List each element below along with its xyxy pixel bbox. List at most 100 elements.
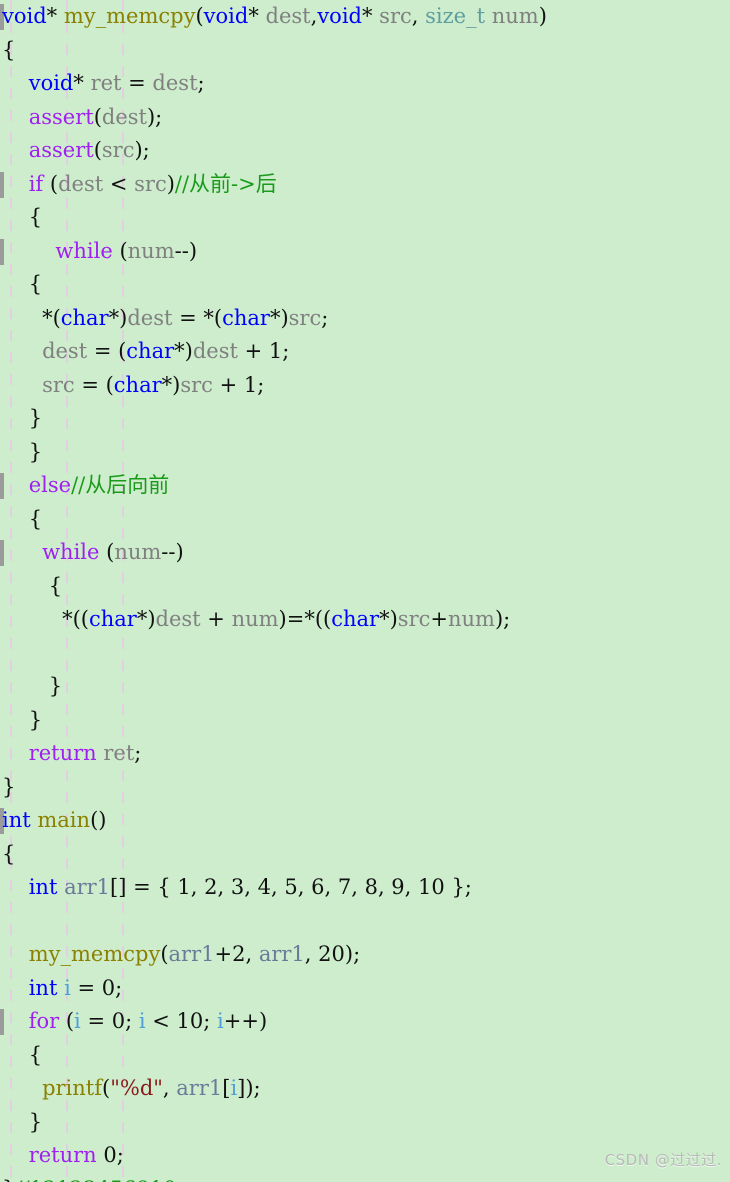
code-token: , <box>244 875 258 899</box>
code-token: src <box>397 607 431 631</box>
code-line[interactable]: for (i = 0; i < 10; i++) <box>0 1005 730 1039</box>
code-token: assert <box>28 138 94 162</box>
code-token: num <box>114 540 162 564</box>
code-token: } <box>28 707 43 732</box>
code-token: + <box>200 607 232 631</box>
code-lines-container[interactable]: void* my_memcpy(void* dest,void* src, si… <box>0 0 730 1182</box>
code-line[interactable]: } <box>0 402 730 436</box>
code-token: dest <box>152 71 198 95</box>
code-token: --) <box>174 238 198 263</box>
code-line[interactable]: if (dest < src)//从前->后 <box>0 168 730 202</box>
code-token: ; <box>134 741 142 765</box>
code-token: 5 <box>284 875 298 899</box>
code-token: void <box>2 4 47 28</box>
code-line[interactable]: while (num--) <box>0 235 730 269</box>
code-token: } <box>2 1173 15 1182</box>
code-token: , <box>304 942 319 966</box>
code-token: ) <box>166 171 175 196</box>
code-token: i <box>74 1009 81 1033</box>
code-token: *( <box>42 305 61 330</box>
code-token: void <box>203 4 249 28</box>
code-token: *( <box>203 305 223 330</box>
code-token: ]); <box>237 1076 261 1100</box>
code-line[interactable]: { <box>0 570 730 604</box>
code-line[interactable]: *((char*)dest + num)=*((char*)src+num); <box>0 603 730 637</box>
code-line[interactable]: } <box>0 1106 730 1140</box>
code-line[interactable]: while (num--) <box>0 536 730 570</box>
code-token: ++) <box>223 1009 268 1033</box>
code-line[interactable]: { <box>0 503 730 537</box>
code-token: my_memcpy <box>28 942 161 966</box>
code-line[interactable]: return ret; <box>0 737 730 771</box>
code-token: 0 <box>101 975 116 1000</box>
code-token: ( <box>160 942 169 966</box>
code-line[interactable]: { <box>0 201 730 235</box>
code-token: 20 <box>318 942 345 966</box>
code-token: = ( <box>87 339 127 363</box>
code-line[interactable]: { <box>0 34 730 68</box>
code-line[interactable]: int arr1[] = { 1, 2, 3, 4, 5, 6, 7, 8, 9… <box>0 871 730 905</box>
code-token: * <box>248 4 266 28</box>
code-token: , <box>377 875 392 899</box>
code-token: = <box>121 71 153 95</box>
code-token: ; <box>115 975 123 1000</box>
code-token: src <box>134 171 167 196</box>
code-token: printf <box>42 1076 102 1100</box>
code-token: { <box>48 573 63 598</box>
code-line[interactable]: printf("%d", arr1[i]); <box>0 1072 730 1106</box>
code-token: "%d" <box>110 1076 163 1100</box>
code-line[interactable]: my_memcpy(arr1+2, arr1, 20); <box>0 938 730 972</box>
code-line[interactable]: } <box>0 670 730 704</box>
code-token: * <box>46 4 64 28</box>
code-token: char <box>126 339 175 363</box>
code-token: int <box>2 808 31 832</box>
csdn-watermark: CSDN @过过过. <box>604 1151 722 1169</box>
code-token: dest <box>265 4 311 28</box>
code-line[interactable]: int main() <box>0 804 730 838</box>
code-line[interactable]: else//从后向前 <box>0 469 730 503</box>
code-line[interactable]: dest = (char*)dest + 1; <box>0 335 730 369</box>
code-token: ; <box>321 305 329 330</box>
code-token: --) <box>161 540 184 564</box>
code-line[interactable] <box>0 905 730 939</box>
code-token: ( <box>43 171 59 196</box>
code-token: src <box>180 372 213 397</box>
code-line[interactable]: } <box>0 436 730 470</box>
code-token: , <box>271 875 285 899</box>
code-token: , <box>351 875 365 899</box>
code-token: while <box>55 238 113 263</box>
code-line[interactable]: void* my_memcpy(void* dest,void* src, si… <box>0 0 730 34</box>
code-token: 1 <box>177 875 191 899</box>
code-token: src <box>379 4 412 28</box>
code-token: = ( <box>74 372 114 397</box>
code-line[interactable]: *(char*)dest = *(char*)src; <box>0 302 730 336</box>
code-line[interactable]: { <box>0 838 730 872</box>
code-line[interactable]: src = (char*)src + 1; <box>0 369 730 403</box>
code-line[interactable]: } <box>0 771 730 805</box>
code-line[interactable]: } <box>0 704 730 738</box>
code-token: ); <box>494 607 511 631</box>
code-token: } <box>28 1109 43 1134</box>
code-token: , <box>324 875 338 899</box>
code-line[interactable]: assert(dest); <box>0 101 730 135</box>
code-line[interactable]: }//12123456910 <box>0 1173 730 1182</box>
code-token: main <box>37 808 91 832</box>
code-line[interactable]: { <box>0 268 730 302</box>
code-line[interactable]: { <box>0 1039 730 1073</box>
code-line[interactable] <box>0 637 730 671</box>
code-line[interactable]: void* ret = dest; <box>0 67 730 101</box>
code-token: char <box>331 607 380 631</box>
code-token: + <box>212 372 244 397</box>
code-token: char <box>222 305 270 330</box>
code-line[interactable]: int i = 0; <box>0 972 730 1006</box>
code-line[interactable]: assert(src); <box>0 134 730 168</box>
